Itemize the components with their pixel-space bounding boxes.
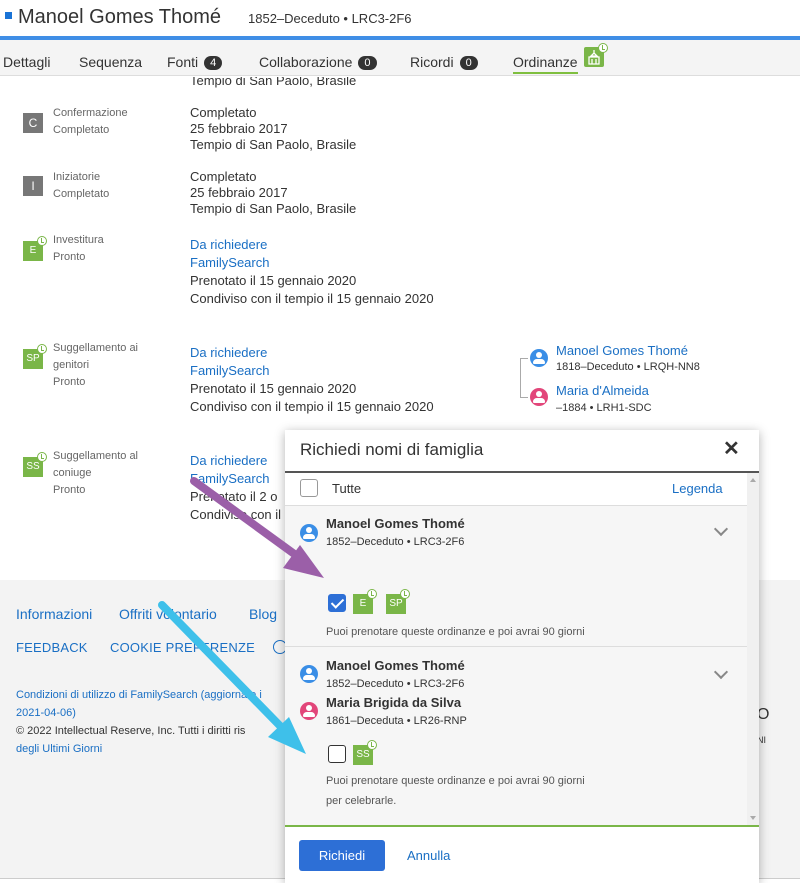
- clock-icon: [400, 589, 410, 599]
- request-link[interactable]: Da richiedere: [190, 236, 434, 254]
- ordinance-checkbox[interactable]: [328, 745, 346, 763]
- dialog-title: Richiedi nomi di famiglia: [300, 440, 484, 459]
- dialog-footer-divider: [285, 825, 759, 827]
- person-meta: 1852–Deceduto • LRC3-2F6: [248, 11, 412, 26]
- person-name: Manoel Gomes Thomé: [326, 516, 465, 531]
- temple-icon[interactable]: [584, 43, 608, 67]
- person-meta: 1852–Deceduto • LRC3-2F6: [326, 678, 465, 690]
- sealing-parents-icon: SP: [386, 589, 410, 614]
- tab-count-badge: 0: [358, 56, 377, 70]
- ordinance-details: Da richiedere FamilySearch Prenotato il …: [190, 452, 282, 522]
- female-avatar-icon: [530, 388, 548, 406]
- male-avatar-icon: [530, 349, 548, 367]
- footer-link-informazioni[interactable]: Informazioni: [16, 606, 92, 622]
- father-meta: 1818–Deceduto • LRQH-NN8: [556, 361, 700, 373]
- endowment-icon: E: [353, 589, 377, 614]
- familysearch-link[interactable]: FamilySearch: [190, 362, 434, 380]
- dialog-divider: [285, 471, 759, 473]
- dialog-scrollbar[interactable]: [747, 473, 759, 825]
- legend-link[interactable]: Legenda: [672, 481, 723, 496]
- clock-icon: [37, 236, 47, 246]
- family-connector: [520, 397, 528, 398]
- person-name: Manoel Gomes Thomé: [326, 658, 465, 673]
- request-link[interactable]: Da richiedere: [190, 344, 434, 362]
- cancel-button[interactable]: Annulla: [407, 848, 450, 863]
- initiatory-icon: I: [23, 176, 43, 196]
- familysearch-link[interactable]: FamilySearch: [190, 470, 281, 488]
- sealing-spouse-icon: SS: [23, 452, 47, 477]
- spouse-meta: 1861–Deceduta • LR26-RNP: [326, 715, 467, 727]
- request-link[interactable]: Da richiedere: [190, 452, 281, 470]
- clock-icon: [598, 43, 608, 53]
- ordinance-label: Iniziatorie Completato: [53, 171, 110, 200]
- chevron-down-icon[interactable]: [713, 521, 729, 537]
- sealing-parents-icon: SP: [23, 344, 47, 369]
- clock-icon: [367, 589, 377, 599]
- male-avatar-icon: [300, 665, 318, 683]
- church-link[interactable]: degli Ultimi Giorni: [16, 740, 102, 758]
- request-button[interactable]: Richiedi: [299, 840, 385, 871]
- close-icon[interactable]: ✕: [723, 436, 740, 461]
- familysearch-link[interactable]: FamilySearch: [190, 254, 434, 272]
- tab-fonti[interactable]: Fonti 4: [167, 54, 223, 70]
- father-name-link[interactable]: Manoel Gomes Thomé: [556, 343, 688, 358]
- ordinance-details: Completato 25 febbraio 2017 Tempio di San …: [190, 105, 357, 152]
- select-all-checkbox[interactable]: [300, 479, 318, 497]
- tab-sequenza[interactable]: Sequenza: [79, 54, 142, 70]
- ordinance-details: Da richiedere FamilySearch Prenotato il …: [190, 236, 434, 306]
- person-meta: 1852–Deceduto • LRC3-2F6: [326, 536, 465, 548]
- ordinance-location: Tempio di San Paolo, Brasile: [190, 77, 357, 88]
- family-connector: [520, 358, 521, 398]
- cookie-preferences-link[interactable]: COOKIE PREFERENZE: [110, 640, 255, 655]
- ordinance-label: Suggellamento ai genitori Pronto: [53, 342, 139, 388]
- endowment-icon: E: [23, 236, 47, 261]
- clock-icon: [37, 344, 47, 354]
- ordinance-details: Da richiedere FamilySearch Prenotato il …: [190, 344, 434, 414]
- reservation-note: Puoi prenotare queste ordinanze e poi av…: [326, 775, 585, 807]
- clock-icon: [37, 452, 47, 462]
- footer-link-blog[interactable]: Blog: [249, 606, 277, 622]
- tab-ordinanze[interactable]: Ordinanze: [513, 54, 578, 74]
- family-connector: [520, 358, 528, 359]
- person-header: Manoel Gomes Thomé 1852–Deceduto • LRC3-…: [0, 0, 800, 36]
- ordinance-group: Manoel Gomes Thomé 1852–Deceduto • LRC3-…: [285, 506, 747, 658]
- terms-link[interactable]: Condizioni di utilizzo di FamilySearch (…: [16, 686, 262, 722]
- copyright-text: © 2022 Intellectual Reserve, Inc. Tutti …: [16, 725, 246, 737]
- footer-link-volontario[interactable]: Offriti volontario: [119, 606, 217, 622]
- ordinance-group: Manoel Gomes Thomé 1852–Deceduto • LRC3-…: [285, 647, 747, 825]
- mother-name-link[interactable]: Maria d'Almeida: [556, 383, 649, 398]
- ordinance-label: Confermazione Completato: [53, 107, 128, 136]
- mother-meta: –1884 • LRH1-SDC: [556, 402, 652, 414]
- ordinance-checkbox[interactable]: [328, 594, 346, 612]
- sealing-spouse-icon: SS: [353, 740, 377, 765]
- spouse-name: Maria Brigida da Silva: [326, 695, 462, 710]
- tab-count-badge: 4: [204, 56, 223, 70]
- ordinance-label: Suggellamento al coniuge Pronto: [53, 450, 139, 496]
- chevron-down-icon[interactable]: [713, 664, 729, 680]
- tab-bar: Dettagli Sequenza Fonti 4 Collaborazione 0…: [0, 40, 800, 76]
- confirmation-icon: C: [23, 113, 43, 133]
- ordinance-label: Investitura Pronto: [53, 234, 104, 263]
- clock-icon: [367, 740, 377, 750]
- female-avatar-icon: [300, 702, 318, 720]
- tab-collaborazione[interactable]: Collaborazione 0: [259, 54, 377, 70]
- male-avatar-icon: [300, 524, 318, 542]
- request-names-dialog: Richiedi nomi di famiglia ✕ Tutte Legend…: [285, 430, 759, 883]
- ordinance-details: Completato 25 febbraio 2017 Tempio di San …: [190, 169, 357, 216]
- tab-count-badge: 0: [459, 56, 478, 70]
- select-all-label: Tutte: [332, 481, 362, 496]
- person-name: Manoel Gomes Thomé: [18, 6, 222, 28]
- tab-ricordi[interactable]: Ricordi 0: [410, 54, 478, 70]
- person-marker-icon: [5, 12, 12, 19]
- feedback-link[interactable]: FEEDBACK: [16, 640, 88, 655]
- popover-pointer: [275, 441, 285, 461]
- tab-dettagli[interactable]: Dettagli: [3, 54, 50, 70]
